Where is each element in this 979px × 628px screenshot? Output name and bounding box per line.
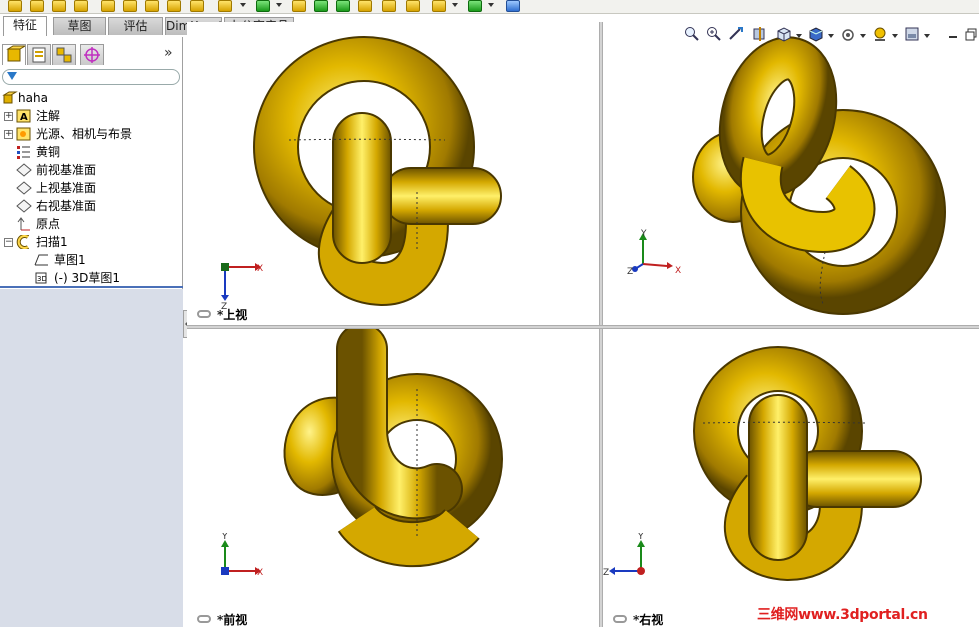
panel-empty-area (0, 289, 183, 627)
feature-manager-panel: » haha + A 注解 + 光源、相机与布景 黄铜 前视基准面 上视基准面 … (0, 37, 183, 627)
instant3d-icon[interactable] (506, 0, 520, 12)
extruded-boss-icon[interactable] (8, 0, 22, 12)
svg-text:3D: 3D (37, 275, 47, 283)
viewport-top-view[interactable]: X Z *上视 (187, 22, 599, 325)
swept-boss-icon[interactable] (52, 0, 66, 12)
annotation-icon: A (16, 109, 31, 123)
link-views-icon[interactable] (613, 615, 627, 623)
sketch-icon (34, 254, 48, 266)
3d-sketch-icon: 3D (35, 272, 47, 284)
panel-tabs: » (0, 41, 183, 65)
hide-show-icon[interactable] (840, 26, 856, 42)
knot-model[interactable] (603, 329, 979, 627)
crosshair-icon (84, 47, 100, 63)
rollback-bar[interactable] (0, 286, 183, 288)
chevron-down-icon[interactable] (488, 3, 494, 7)
zoom-to-area-icon[interactable] (706, 26, 722, 42)
chevron-down-icon[interactable] (276, 3, 282, 7)
link-views-icon[interactable] (197, 615, 211, 623)
tab-evaluate[interactable]: 评估 (108, 17, 163, 35)
configuration-icon (56, 47, 72, 63)
plane-icon (16, 163, 32, 177)
section-view-icon[interactable] (752, 26, 768, 42)
tab-sketch[interactable]: 草图 (53, 17, 106, 35)
axis-triad: Y Z (603, 533, 645, 578)
chevron-down-icon[interactable] (452, 3, 458, 7)
draft-icon[interactable] (314, 0, 328, 12)
dimxpert-manager-tab[interactable] (80, 44, 104, 65)
minimize-icon[interactable] (946, 26, 962, 42)
viewport-front-view[interactable]: Y X *前视 (187, 329, 599, 627)
swept-cut-icon[interactable] (145, 0, 159, 12)
property-manager-tab[interactable] (27, 44, 51, 65)
svg-text:Y: Y (640, 229, 647, 239)
fillet-icon[interactable] (190, 0, 204, 12)
property-icon (32, 47, 46, 63)
lofted-cut-icon[interactable] (167, 0, 181, 12)
reference-geometry-icon[interactable] (432, 0, 446, 12)
sweep-icon (16, 235, 30, 249)
feature-manager-tab[interactable] (2, 44, 27, 65)
chevron-down-icon[interactable] (924, 34, 930, 38)
linear-pattern-icon[interactable] (256, 0, 270, 12)
dome-icon[interactable] (382, 0, 396, 12)
svg-text:X: X (257, 264, 263, 274)
lights-camera-icon (16, 127, 31, 141)
tree-filter-input[interactable] (2, 69, 180, 85)
feature-tree-icon (6, 45, 27, 62)
material-icon (17, 146, 30, 159)
zoom-to-fit-icon[interactable] (684, 26, 700, 42)
svg-text:Z: Z (603, 568, 609, 578)
svg-text:A: A (20, 112, 28, 123)
mirror-icon[interactable] (406, 0, 420, 12)
heads-up-view-toolbar (682, 24, 979, 44)
viewport-right-view[interactable]: Y Z *右视 (603, 329, 979, 627)
chevron-down-icon[interactable] (892, 34, 898, 38)
link-views-icon[interactable] (197, 310, 211, 318)
rib-icon[interactable] (292, 0, 306, 12)
feature-toolbar (0, 0, 979, 14)
filter-icon (7, 72, 17, 80)
restore-icon[interactable] (964, 26, 979, 42)
chevron-down-icon[interactable] (860, 34, 866, 38)
wrap-icon[interactable] (358, 0, 372, 12)
shell-icon[interactable] (336, 0, 350, 12)
revolved-boss-icon[interactable] (30, 0, 44, 12)
previous-view-icon[interactable] (728, 26, 744, 42)
expand-panel-button[interactable]: » (164, 45, 173, 61)
plane-icon (16, 181, 32, 195)
origin-icon (17, 217, 30, 231)
plane-icon (16, 199, 32, 213)
revolved-cut-icon[interactable] (123, 0, 137, 12)
knot-model[interactable] (603, 22, 979, 325)
expand-icon[interactable]: + (4, 112, 13, 121)
chamfer-icon[interactable] (218, 0, 232, 12)
extruded-cut-icon[interactable] (101, 0, 115, 12)
svg-text:X: X (257, 568, 263, 578)
display-style-icon[interactable] (808, 26, 824, 42)
chevron-down-icon[interactable] (796, 34, 802, 38)
lofted-boss-icon[interactable] (74, 0, 88, 12)
tab-features[interactable]: 特征 (3, 16, 47, 36)
configuration-manager-tab[interactable] (52, 44, 76, 65)
collapse-icon[interactable]: − (4, 238, 13, 247)
svg-text:Y: Y (221, 533, 228, 542)
axis-triad: Y X (221, 533, 263, 578)
viewport-isometric-view[interactable]: Y X Z (603, 22, 979, 325)
chevron-down-icon[interactable] (240, 3, 246, 7)
axis-triad: X Z (221, 263, 263, 310)
curves-icon[interactable] (468, 0, 482, 12)
expand-icon[interactable]: + (4, 130, 13, 139)
apply-scene-icon[interactable] (904, 26, 920, 42)
part-icon (2, 91, 18, 104)
svg-text:Z: Z (627, 267, 633, 277)
axis-triad: Y X Z (627, 229, 681, 277)
chevron-down-icon[interactable] (828, 34, 834, 38)
view-orientation-icon[interactable] (776, 26, 792, 42)
svg-text:X: X (675, 266, 681, 276)
watermark: 三维网www.3dportal.cn (757, 607, 928, 623)
svg-text:Y: Y (637, 533, 644, 542)
edit-appearance-icon[interactable] (872, 26, 888, 42)
